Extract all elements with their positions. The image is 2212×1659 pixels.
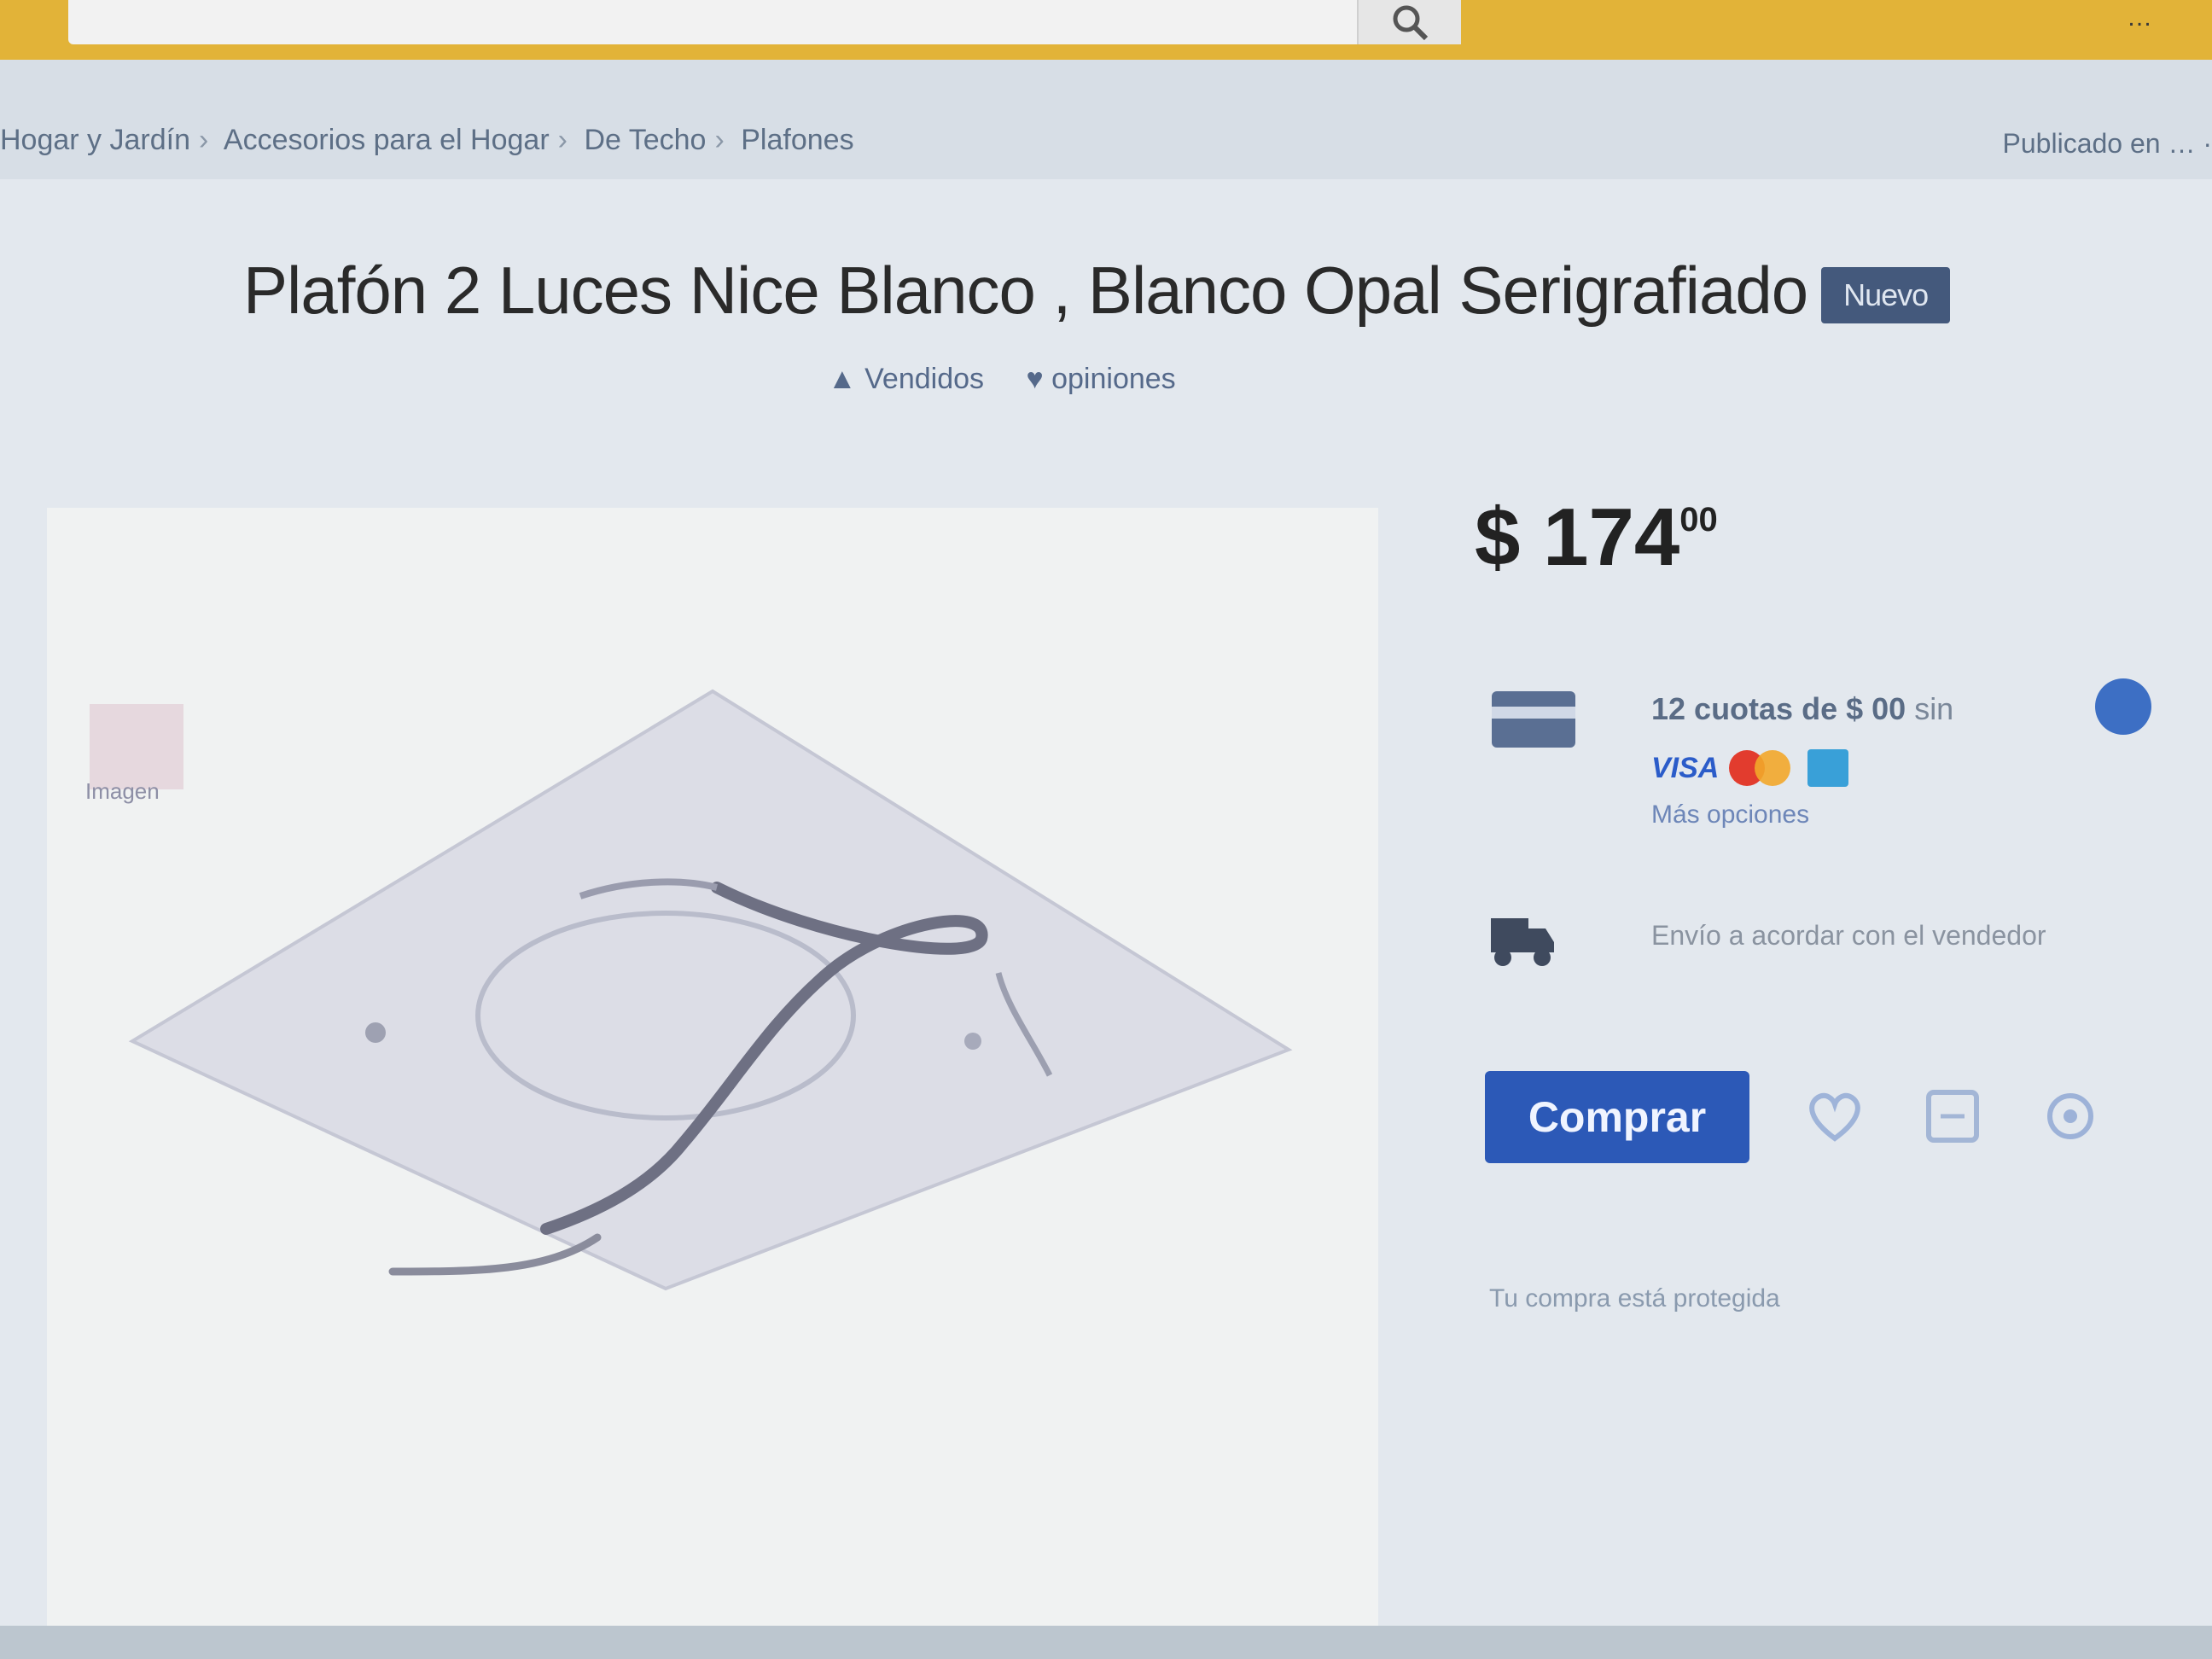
sold-count: ▲ Vendidos	[828, 363, 985, 395]
installments-suffix: sin	[1914, 691, 1954, 726]
mercadopago-icon	[2095, 678, 2151, 735]
visa-icon: VISA	[1651, 751, 1720, 784]
lamp-decoration	[964, 1033, 981, 1050]
breadcrumb-strip	[0, 60, 2212, 179]
shipping-info: Envío a acordar con el vendedor	[1651, 920, 2046, 951]
amex-icon	[1807, 749, 1849, 787]
purchase-protection-note: Tu compra está protegida	[1489, 1284, 1780, 1313]
opinions-label: opiniones	[1051, 363, 1176, 395]
installments-info: 12 cuotas de $ 00 sin	[1651, 691, 1953, 727]
share-button[interactable]	[1918, 1082, 1987, 1150]
truck-icon	[1491, 918, 1554, 966]
breadcrumb-item[interactable]: De Techo	[584, 124, 706, 156]
breadcrumb-item[interactable]: Accesorios para el Hogar	[224, 124, 550, 156]
mastercard-icon	[1729, 748, 1797, 788]
account-menu[interactable]: …	[2127, 3, 2152, 32]
buy-button[interactable]: Comprar	[1485, 1071, 1749, 1163]
opinions-link[interactable]: ♥ opiniones	[1026, 363, 1175, 395]
price-main: $ 174	[1475, 492, 1680, 583]
payment-logos: VISA	[1651, 747, 1849, 789]
breadcrumb: Hogar y Jardín › Accesorios para el Hogar…	[0, 124, 863, 157]
bookmark-button[interactable]	[2036, 1082, 2104, 1150]
breadcrumb-separator: ›	[714, 124, 725, 156]
favorite-icon	[2047, 1093, 2093, 1139]
search-icon	[1393, 5, 1429, 41]
lamp-decoration	[365, 1022, 386, 1043]
search-input[interactable]	[68, 0, 1365, 44]
share-icon	[1926, 1090, 1979, 1143]
product-title: Plafón 2 Luces Nice Blanco , Blanco Opal…	[243, 253, 1808, 328]
product-meta: ▲ Vendidos ♥ opiniones	[828, 363, 1210, 396]
bottom-edge	[0, 1626, 2212, 1659]
heart-icon	[1809, 1092, 1860, 1142]
status-badge: Nuevo	[1821, 267, 1951, 324]
breadcrumb-separator: ›	[557, 124, 568, 156]
publication-info: Publicado en … ·	[2002, 128, 2212, 159]
product-actions	[1801, 1082, 2104, 1150]
product-image[interactable]	[119, 683, 1297, 1314]
search-button[interactable]	[1357, 0, 1461, 44]
lamp-diffuser	[128, 689, 1293, 1291]
top-header-bar: …	[0, 0, 2212, 60]
installments-text: 12 cuotas de $ 00	[1651, 691, 1906, 726]
breadcrumb-item[interactable]: Hogar y Jardín	[0, 124, 190, 156]
breadcrumb-item[interactable]: Plafones	[741, 124, 853, 156]
breadcrumb-separator: ›	[199, 124, 209, 156]
favorite-button[interactable]	[1801, 1082, 1869, 1150]
product-price: $ 17400	[1475, 491, 1718, 585]
sold-label: Vendidos	[864, 363, 985, 395]
page-title: Plafón 2 Luces Nice Blanco , Blanco Opal…	[243, 252, 1951, 329]
more-payment-options-link[interactable]: Más opciones	[1651, 800, 1809, 830]
card-icon	[1492, 691, 1575, 748]
price-cents: 00	[1679, 501, 1718, 538]
